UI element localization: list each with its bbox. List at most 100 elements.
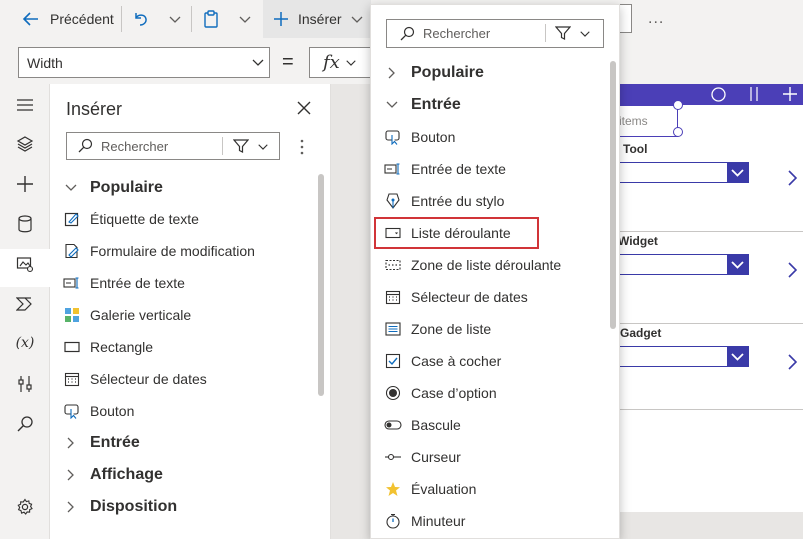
refresh-icon[interactable] xyxy=(710,86,727,103)
paste-button[interactable] xyxy=(202,0,220,38)
pane-search-input[interactable]: Rechercher xyxy=(66,132,280,160)
chevron-down-icon xyxy=(64,184,78,192)
button-icon xyxy=(63,402,81,420)
edit-form-icon xyxy=(63,242,81,260)
insert-plus-icon[interactable] xyxy=(13,172,37,196)
insert-dropdown-menu: Rechercher Populaire Entrée Bouton Entré… xyxy=(370,4,620,539)
menu-search-placeholder: Rechercher xyxy=(423,26,491,41)
menu-group-popular[interactable]: Populaire xyxy=(385,57,484,89)
pane-item-button[interactable]: Bouton xyxy=(50,395,320,427)
pane-title: Insérer xyxy=(66,99,123,119)
tools-icon[interactable] xyxy=(13,372,37,396)
gallery-row[interactable]: Gadget xyxy=(613,324,803,410)
hamburger-icon[interactable] xyxy=(13,93,37,117)
highlight-box xyxy=(374,217,539,249)
resize-handle[interactable] xyxy=(673,127,683,137)
menu-search-input[interactable]: Rechercher xyxy=(386,19,604,48)
chevron-right-icon[interactable] xyxy=(788,170,797,186)
chevron-right-icon xyxy=(64,469,78,481)
close-icon[interactable] xyxy=(297,101,311,115)
gallery-row[interactable]: Widget xyxy=(613,232,803,324)
insert-menu-button[interactable]: Insérer xyxy=(263,0,371,38)
menu-scrollbar[interactable] xyxy=(610,61,616,329)
pane-item-text-label[interactable]: Étiquette de texte xyxy=(50,203,320,235)
menu-group-input[interactable]: Entrée xyxy=(385,89,461,121)
more-button[interactable]: ... xyxy=(648,0,664,38)
pane-item-label: Galerie verticale xyxy=(90,307,192,323)
slider-icon xyxy=(384,448,402,466)
app-screen[interactable]: items Tool Widget Gadget xyxy=(613,84,803,512)
pane-item-label: Sélecteur de dates xyxy=(90,371,207,387)
undo-more-button[interactable] xyxy=(168,0,182,38)
chevron-right-icon[interactable] xyxy=(788,262,797,278)
filter-icon[interactable] xyxy=(233,138,249,154)
sort-icon[interactable] xyxy=(747,86,761,103)
search-icon[interactable] xyxy=(13,412,37,436)
menu-item-pen-input[interactable]: Entrée du stylo xyxy=(371,185,607,217)
resize-handle[interactable] xyxy=(673,100,683,110)
search-divider xyxy=(545,24,546,42)
settings-gear-icon[interactable] xyxy=(13,495,37,519)
pane-item-date-picker[interactable]: Sélecteur de dates xyxy=(50,363,320,395)
pane-scrollbar[interactable] xyxy=(318,174,324,396)
gallery-row[interactable]: Tool xyxy=(613,140,803,232)
database-icon[interactable] xyxy=(13,212,37,236)
radio-icon xyxy=(384,384,402,402)
pane-item-edit-form[interactable]: Formulaire de modification xyxy=(50,235,320,267)
menu-item-button[interactable]: Bouton xyxy=(371,121,607,153)
pane-item-rectangle[interactable]: Rectangle xyxy=(50,331,320,363)
menu-item-date-picker[interactable]: Sélecteur de dates xyxy=(371,281,607,313)
pane-item-text-input[interactable]: Entrée de texte xyxy=(50,267,320,299)
undo-button[interactable] xyxy=(132,0,150,38)
timer-icon xyxy=(384,512,402,530)
pane-item-label: Rectangle xyxy=(90,339,154,355)
row-dropdown[interactable] xyxy=(613,346,749,367)
group-popular[interactable]: Populaire xyxy=(64,172,163,204)
power-automate-icon[interactable] xyxy=(13,292,37,316)
combobox-icon xyxy=(384,256,402,274)
more-options-icon[interactable] xyxy=(300,139,304,155)
text-input-icon xyxy=(63,274,81,292)
property-select[interactable]: Width xyxy=(18,47,270,78)
gallery-icon xyxy=(63,306,81,324)
menu-item-toggle[interactable]: Bascule xyxy=(371,409,607,441)
pane-item-vertical-gallery[interactable]: Galerie verticale xyxy=(50,299,320,331)
row-dropdown[interactable] xyxy=(613,254,749,275)
menu-item-label: Bouton xyxy=(411,129,456,145)
toolbar-divider xyxy=(191,6,192,32)
group-input[interactable]: Entrée xyxy=(64,427,140,459)
layers-icon[interactable] xyxy=(13,132,37,156)
app-search-box[interactable]: items xyxy=(613,105,678,137)
menu-item-label: Case à cocher xyxy=(411,353,502,369)
calendar-icon xyxy=(384,288,402,306)
back-button[interactable]: Précédent xyxy=(22,0,114,38)
filter-icon[interactable] xyxy=(555,25,571,41)
rectangle-icon xyxy=(63,338,81,356)
menu-item-label: Évaluation xyxy=(411,481,477,497)
variables-icon[interactable]: (x) xyxy=(13,331,37,355)
paste-more-button[interactable] xyxy=(238,0,252,38)
chevron-down-icon xyxy=(251,57,265,67)
menu-item-rating[interactable]: Évaluation xyxy=(371,473,607,505)
fx-button[interactable]: fx xyxy=(309,47,371,78)
menu-item-combobox[interactable]: Zone de liste déroulante xyxy=(371,249,607,281)
row-dropdown[interactable] xyxy=(613,162,749,183)
menu-item-radio[interactable]: Case d’option xyxy=(371,377,607,409)
chevron-right-icon[interactable] xyxy=(788,354,797,370)
media-icon[interactable] xyxy=(13,252,37,276)
equals-sign: = xyxy=(282,51,294,73)
chevron-down-icon[interactable] xyxy=(257,142,269,151)
menu-item-checkbox[interactable]: Case à cocher xyxy=(371,345,607,377)
pane-item-label: Entrée de texte xyxy=(90,275,185,291)
group-display[interactable]: Affichage xyxy=(64,459,163,491)
menu-item-timer[interactable]: Minuteur xyxy=(371,505,607,537)
menu-item-text-input[interactable]: Entrée de texte xyxy=(371,153,607,185)
chevron-down-icon[interactable] xyxy=(579,29,591,38)
toolbar-divider xyxy=(121,6,122,32)
add-icon[interactable] xyxy=(782,86,798,102)
group-layout[interactable]: Disposition xyxy=(64,491,177,523)
menu-item-slider[interactable]: Curseur xyxy=(371,441,607,473)
menu-group-input-label: Entrée xyxy=(411,96,461,113)
menu-item-label: Sélecteur de dates xyxy=(411,289,528,305)
menu-item-list-box[interactable]: Zone de liste xyxy=(371,313,607,345)
